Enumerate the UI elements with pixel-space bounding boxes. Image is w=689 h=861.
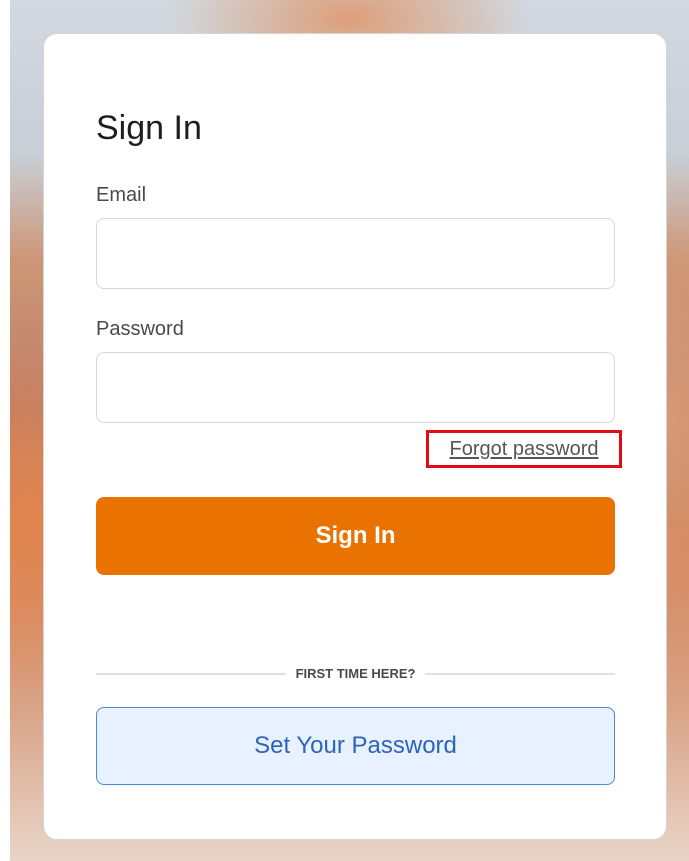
forgot-password-highlight: Forgot password (426, 430, 622, 468)
first-time-label: FIRST TIME HERE? (295, 666, 416, 681)
first-time-divider: FIRST TIME HERE? (96, 664, 616, 684)
password-label: Password (96, 318, 184, 340)
password-input[interactable] (96, 352, 615, 423)
divider-line-right (425, 673, 616, 675)
divider-line-left (96, 673, 286, 675)
sign-in-card: Sign In Email Password Forgot password S… (43, 33, 667, 840)
email-input[interactable] (96, 218, 615, 289)
set-password-button[interactable]: Set Your Password (96, 707, 615, 785)
page-title: Sign In (96, 109, 202, 147)
sign-in-button[interactable]: Sign In (96, 497, 615, 575)
email-label: Email (96, 184, 147, 206)
forgot-password-link[interactable]: Forgot password (450, 437, 599, 461)
